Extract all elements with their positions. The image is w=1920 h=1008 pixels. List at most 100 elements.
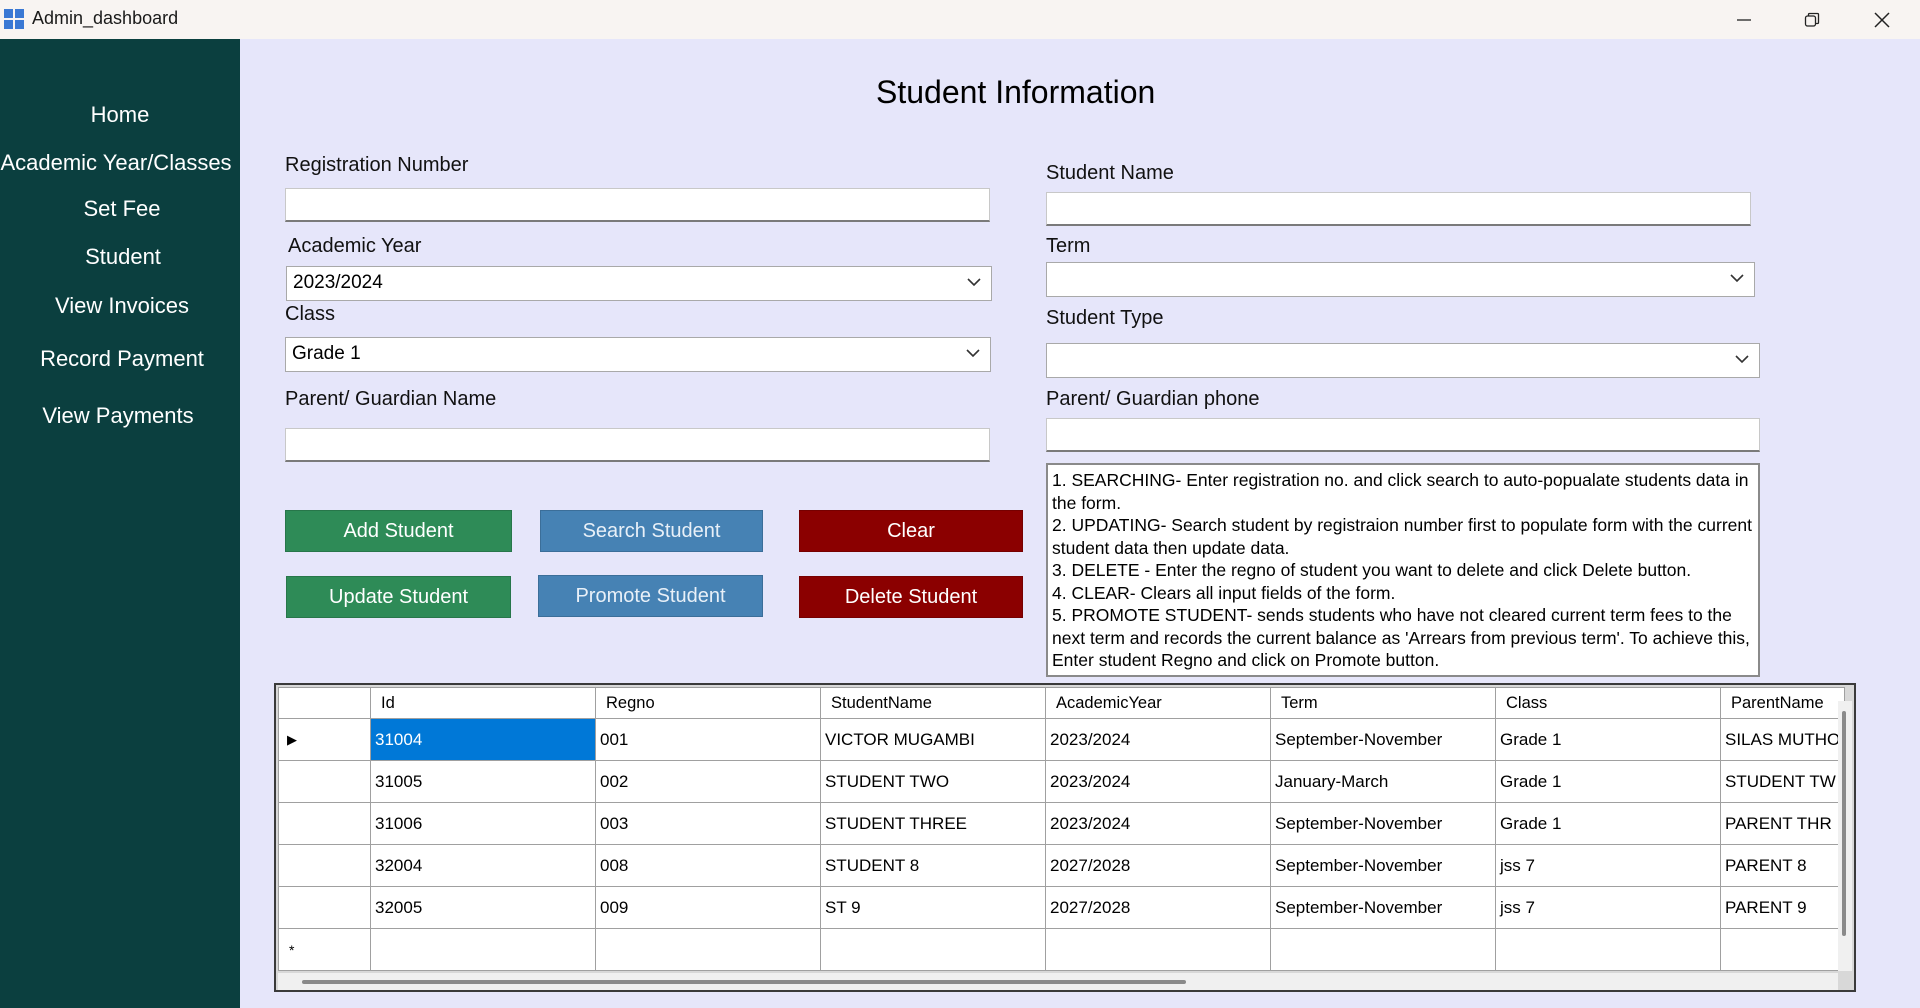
table-cell[interactable]: ST 9 — [820, 886, 1046, 929]
table-cell[interactable]: STUDENT 8 — [820, 844, 1046, 887]
delete-student-button[interactable]: Delete Student — [799, 576, 1023, 618]
table-cell[interactable]: Grade 1 — [1495, 802, 1721, 845]
table-cell[interactable]: Grade 1 — [1495, 718, 1721, 761]
minimize-button[interactable] — [1710, 0, 1778, 39]
table-cell[interactable]: PARENT THR — [1719, 802, 1846, 845]
table-cell[interactable]: 009 — [595, 886, 821, 929]
term-select[interactable] — [1046, 262, 1755, 297]
table-cell[interactable] — [1045, 928, 1271, 971]
student-name-label: Student Name — [1046, 162, 1174, 184]
close-button[interactable] — [1848, 0, 1916, 39]
instruction-promote: 5. PROMOTE STUDENT- sends students who h… — [1052, 605, 1750, 670]
table-cell[interactable]: 001 — [595, 718, 821, 761]
horizontal-scrollbar[interactable] — [278, 973, 1838, 990]
table-cell[interactable]: VICTOR MUGAMBI — [820, 718, 1046, 761]
table-cell[interactable]: SILAS MUTHO — [1719, 718, 1846, 761]
table-cell[interactable]: 2023/2024 — [1045, 718, 1271, 761]
current-row-arrow-icon[interactable]: ▶ — [278, 718, 371, 761]
table-cell[interactable]: 32004 — [370, 844, 596, 887]
parent-phone-input[interactable] — [1046, 418, 1760, 452]
restore-icon — [1804, 12, 1820, 27]
sidebar-item-view-payments[interactable]: View Payments — [0, 403, 238, 429]
vertical-scrollbar-thumb[interactable] — [1842, 711, 1846, 936]
student-name-input[interactable] — [1046, 192, 1751, 226]
table-cell[interactable] — [370, 928, 596, 971]
table-cell[interactable]: January-March — [1270, 760, 1496, 803]
table-cell[interactable]: 008 — [595, 844, 821, 887]
sidebar-item-set-fee[interactable]: Set Fee — [2, 196, 242, 222]
table-cell[interactable]: September-November — [1270, 718, 1496, 761]
table-cell[interactable]: 003 — [595, 802, 821, 845]
page-title: Student Information — [876, 74, 1156, 110]
table-cell[interactable]: 31005 — [370, 760, 596, 803]
column-header-class[interactable]: Class — [1495, 687, 1721, 719]
table-cell[interactable]: 2027/2028 — [1045, 886, 1271, 929]
add-student-button[interactable]: Add Student — [285, 510, 512, 552]
table-row[interactable]: 31006 003 STUDENT THREE 2023/2024 Septem… — [278, 802, 1846, 845]
row-header[interactable] — [278, 760, 371, 803]
table-row[interactable]: 31005 002 STUDENT TWO 2023/2024 January-… — [278, 760, 1846, 803]
table-cell[interactable]: 31004 — [370, 718, 596, 761]
search-student-button[interactable]: Search Student — [540, 510, 763, 552]
class-select[interactable]: Grade 1 — [285, 337, 991, 372]
row-header[interactable] — [278, 886, 371, 929]
column-header-studentname[interactable]: StudentName — [820, 687, 1046, 719]
students-data-grid[interactable]: Id Regno StudentName AcademicYear Term C… — [274, 683, 1856, 992]
chevron-down-icon — [966, 349, 980, 358]
sidebar-item-view-invoices[interactable]: View Invoices — [2, 293, 242, 319]
row-header[interactable] — [278, 802, 371, 845]
table-header-row: Id Regno StudentName AcademicYear Term C… — [278, 687, 1846, 719]
table-cell[interactable]: STUDENT TWO — [820, 760, 1046, 803]
restore-button[interactable] — [1778, 0, 1846, 39]
table-cell[interactable] — [1495, 928, 1721, 971]
table-cell[interactable]: jss 7 — [1495, 844, 1721, 887]
table-cell[interactable]: PARENT 8 — [1719, 844, 1846, 887]
sidebar-item-academic-year-classes[interactable]: Academic Year/Classes — [0, 150, 236, 176]
sidebar-item-home[interactable]: Home — [0, 102, 240, 128]
academic-year-select[interactable]: 2023/2024 — [286, 266, 992, 301]
table-cell[interactable]: September-November — [1270, 844, 1496, 887]
class-label: Class — [285, 303, 336, 325]
table-cell[interactable] — [820, 928, 1046, 971]
table-cell[interactable]: 2023/2024 — [1045, 760, 1271, 803]
registration-number-input[interactable] — [285, 188, 990, 222]
column-header-regno[interactable]: Regno — [595, 687, 821, 719]
table-cell[interactable]: 002 — [595, 760, 821, 803]
column-header-term[interactable]: Term — [1270, 687, 1496, 719]
table-row[interactable]: 32004 008 STUDENT 8 2027/2028 September-… — [278, 844, 1846, 887]
table-cell[interactable]: jss 7 — [1495, 886, 1721, 929]
column-header-academicyear[interactable]: AcademicYear — [1045, 687, 1271, 719]
table-cell[interactable]: Grade 1 — [1495, 760, 1721, 803]
table-cell[interactable] — [1270, 928, 1496, 971]
student-type-label: Student Type — [1046, 307, 1164, 329]
table-cell[interactable]: PARENT 9 — [1719, 886, 1846, 929]
clear-button[interactable]: Clear — [799, 510, 1023, 552]
sidebar-item-record-payment[interactable]: Record Payment — [2, 346, 242, 372]
parent-name-input[interactable] — [285, 428, 990, 462]
table-cell[interactable]: STUDENT TW — [1719, 760, 1846, 803]
promote-student-button[interactable]: Promote Student — [538, 575, 763, 617]
table-cell[interactable]: 2023/2024 — [1045, 802, 1271, 845]
update-student-button[interactable]: Update Student — [286, 576, 511, 618]
academic-year-label: Academic Year — [288, 235, 422, 257]
new-row[interactable]: * — [278, 928, 1846, 971]
student-type-select[interactable] — [1046, 343, 1760, 378]
row-header[interactable] — [278, 844, 371, 887]
horizontal-scrollbar-thumb[interactable] — [302, 980, 1186, 984]
instructions-textbox[interactable]: 1. SEARCHING- Enter registration no. and… — [1046, 463, 1760, 677]
table-cell[interactable]: 32005 — [370, 886, 596, 929]
column-header-parentname[interactable]: ParentName — [1719, 687, 1846, 719]
table-cell[interactable]: September-November — [1270, 886, 1496, 929]
vertical-scrollbar[interactable] — [1838, 701, 1852, 971]
table-row[interactable]: 32005 009 ST 9 2027/2028 September-Novem… — [278, 886, 1846, 929]
table-cell[interactable] — [595, 928, 821, 971]
column-header-id[interactable]: Id — [370, 687, 596, 719]
table-row[interactable]: ▶ 31004 001 VICTOR MUGAMBI 2023/2024 Sep… — [278, 718, 1846, 761]
table-cell[interactable]: 31006 — [370, 802, 596, 845]
table-cell[interactable] — [1719, 928, 1846, 971]
table-cell[interactable]: September-November — [1270, 802, 1496, 845]
table-cell[interactable]: 2027/2028 — [1045, 844, 1271, 887]
new-row-marker[interactable]: * — [278, 928, 371, 971]
sidebar-item-student[interactable]: Student — [3, 244, 243, 270]
table-cell[interactable]: STUDENT THREE — [820, 802, 1046, 845]
